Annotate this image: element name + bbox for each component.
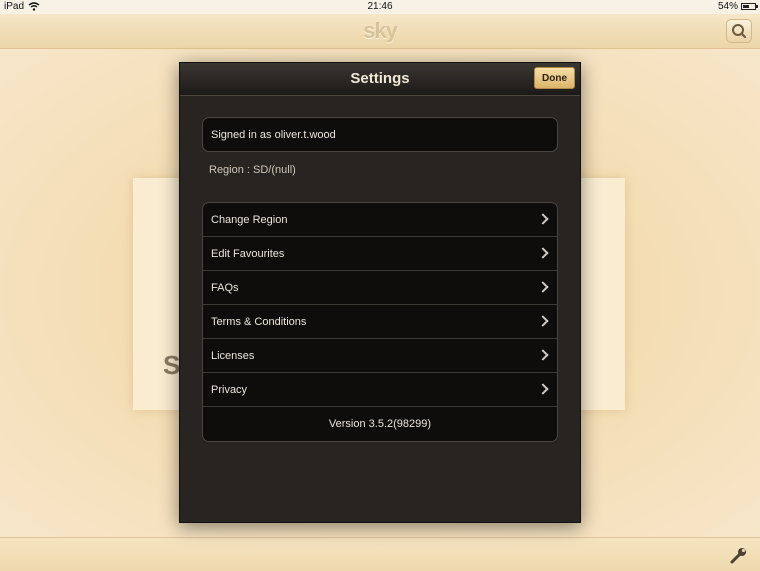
- status-bar: iPad 21:46 54%: [0, 0, 760, 14]
- menu-item-label: Terms & Conditions: [211, 316, 307, 328]
- background-letter: S: [163, 350, 181, 380]
- menu-item-change-region[interactable]: Change Region: [203, 203, 557, 237]
- menu-item-privacy[interactable]: Privacy: [203, 373, 557, 407]
- region-text: Region : SD/(null): [209, 164, 296, 176]
- menu-item-label: FAQs: [211, 282, 239, 294]
- menu-item-label: Privacy: [211, 384, 248, 396]
- chevron-right-icon: [537, 281, 549, 293]
- done-button[interactable]: Done: [534, 67, 575, 89]
- version-text: Version 3.5.2(98299): [328, 418, 432, 430]
- menu-item-edit-favourites[interactable]: Edit Favourites: [203, 237, 557, 271]
- settings-menu: Change Region Edit Favourites FAQs Terms…: [202, 202, 558, 442]
- chevron-right-icon: [537, 213, 549, 225]
- sky-logo: sky: [363, 18, 398, 43]
- status-right: 54%: [717, 1, 758, 12]
- footer-bar: [0, 537, 760, 571]
- signed-in-status: Signed in as oliver.t.wood: [202, 117, 558, 152]
- menu-item-label: Edit Favourites: [211, 248, 285, 260]
- settings-panel: Settings Done Signed in as oliver.t.wood…: [179, 62, 581, 523]
- menu-item-label: Change Region: [211, 214, 288, 226]
- wrench-icon[interactable]: [728, 544, 750, 566]
- battery-icon: [741, 3, 758, 10]
- menu-item-licenses[interactable]: Licenses: [203, 339, 557, 373]
- chevron-right-icon: [537, 247, 549, 259]
- search-button[interactable]: [726, 19, 752, 43]
- menu-item-terms[interactable]: Terms & Conditions: [203, 305, 557, 339]
- chevron-right-icon: [537, 383, 549, 395]
- settings-header: Settings Done: [180, 63, 580, 96]
- chevron-right-icon: [537, 349, 549, 361]
- status-time: 21:46: [367, 1, 393, 12]
- app-header: sky: [0, 14, 760, 49]
- search-icon: [732, 24, 747, 39]
- chevron-right-icon: [537, 315, 549, 327]
- battery-percent: 54%: [717, 1, 738, 12]
- settings-title: Settings: [350, 70, 410, 87]
- menu-item-label: Licenses: [211, 350, 255, 362]
- menu-item-faqs[interactable]: FAQs: [203, 271, 557, 305]
